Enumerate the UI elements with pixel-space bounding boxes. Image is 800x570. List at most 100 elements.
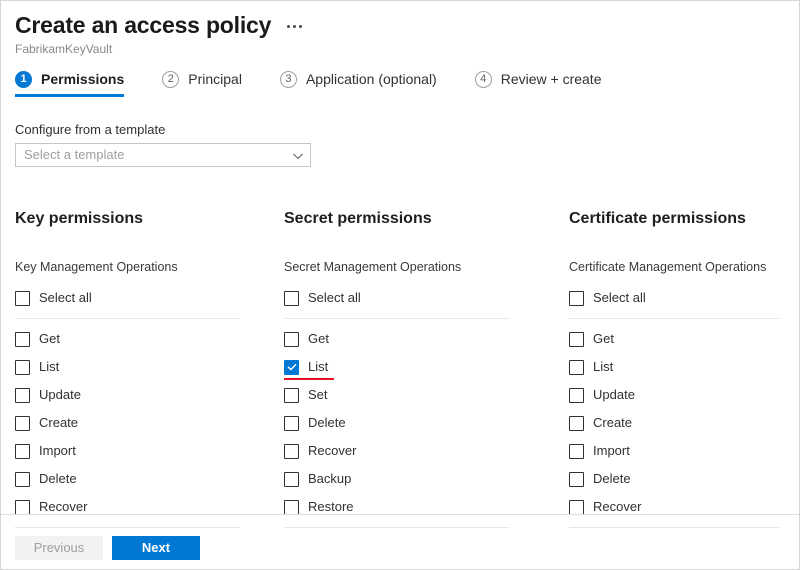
tab-active-indicator [15,94,124,97]
permission-checkbox-backup[interactable]: Backup [284,465,509,493]
checkbox-label: Backup [308,471,351,487]
tab-step-number: 4 [475,71,492,88]
tab-principal[interactable]: 2Principal [142,71,260,97]
checkbox-label: Delete [308,415,346,431]
page-title: Create an access policy [15,11,271,39]
checkbox-icon[interactable] [284,472,299,487]
operations-group-label: Secret Management Operations [284,260,509,275]
divider [569,527,779,528]
create-access-policy-page: Create an access policy FabrikamKeyVault… [0,0,800,570]
checkbox-icon[interactable] [569,360,584,375]
checkbox-label: Get [308,331,329,347]
checkbox-label: Select all [593,290,646,306]
ellipsis-dot [293,25,296,28]
checkbox-icon[interactable] [569,388,584,403]
permission-checkbox-delete[interactable]: Delete [569,465,779,493]
checkbox-label: Get [39,331,60,347]
permission-checkbox-get[interactable]: Get [15,325,240,353]
checkbox-icon[interactable] [15,472,30,487]
column-title: Key permissions [15,209,240,229]
checkbox-icon[interactable] [569,291,584,306]
previous-button[interactable]: Previous [15,536,103,560]
checkbox-icon[interactable] [569,444,584,459]
ellipsis-dot [287,25,290,28]
checkbox-icon[interactable] [15,360,30,375]
permission-checkbox-get[interactable]: Get [569,325,779,353]
select-all-checkbox[interactable]: Select all [569,284,779,312]
permission-checkbox-set[interactable]: Set [284,381,509,409]
checkbox-label: List [593,359,613,375]
permission-checkbox-create[interactable]: Create [569,409,779,437]
checkbox-label: Recover [308,443,356,459]
checkbox-icon[interactable] [569,416,584,431]
checkbox-label: Select all [308,290,361,306]
ellipsis-dot [299,25,302,28]
permission-checkbox-import[interactable]: Import [15,437,240,465]
permission-checkbox-delete[interactable]: Delete [284,409,509,437]
secret-permissions-column: Secret permissions Secret Management Oper… [284,209,509,534]
checkbox-checked-icon[interactable] [284,360,299,375]
operations-group-label: Certificate Management Operations [569,260,779,275]
divider [284,527,509,528]
tab-step-number: 1 [15,71,32,88]
divider [15,527,240,528]
permission-checkbox-update[interactable]: Update [15,381,240,409]
checkbox-label: Import [593,443,630,459]
checkbox-label: Recover [593,499,641,515]
tab-permissions[interactable]: 1 Permissions [15,71,142,97]
checkbox-label: Restore [308,499,354,515]
key-permissions-column: Key permissions Key Management Operations… [15,209,240,534]
checkbox-icon[interactable] [284,416,299,431]
permission-checkbox-list[interactable]: List [284,353,509,381]
checkbox-icon[interactable] [15,416,30,431]
permission-checkbox-get[interactable]: Get [284,325,509,353]
checkbox-icon[interactable] [15,444,30,459]
permission-checkbox-recover[interactable]: Recover [284,437,509,465]
checkbox-icon[interactable] [15,291,30,306]
permission-checkbox-create[interactable]: Create [15,409,240,437]
tab-label: Permissions [41,71,124,88]
permission-checkbox-recover[interactable]: Recover [15,493,240,521]
checkbox-icon[interactable] [284,500,299,515]
permission-checkbox-list[interactable]: List [15,353,240,381]
checkbox-label: Recover [39,499,87,515]
ellipsis-icon[interactable] [285,19,304,32]
checkbox-icon[interactable] [15,332,30,347]
column-title: Secret permissions [284,209,509,229]
checkbox-icon[interactable] [569,332,584,347]
checkbox-icon[interactable] [569,500,584,515]
checkbox-label: Delete [593,471,631,487]
permission-checkbox-restore[interactable]: Restore [284,493,509,521]
tab-review-create[interactable]: 4Review + create [455,71,620,97]
checkbox-icon[interactable] [284,291,299,306]
checkbox-icon[interactable] [284,444,299,459]
permission-checkbox-list[interactable]: List [569,353,779,381]
checkbox-label: Create [593,415,632,431]
permission-checkbox-delete[interactable]: Delete [15,465,240,493]
checkbox-icon[interactable] [284,332,299,347]
next-button[interactable]: Next [112,536,200,560]
tab-application-optional[interactable]: 3Application (optional) [260,71,455,97]
wizard-footer: Previous Next [15,536,200,560]
select-all-checkbox[interactable]: Select all [15,284,240,312]
checkbox-label: Import [39,443,76,459]
tab-label: Application (optional) [306,71,437,88]
wizard-tabs: 1 Permissions 2Principal3Application (opti… [15,71,620,97]
checkbox-label: List [39,359,59,375]
checkbox-icon[interactable] [284,388,299,403]
permission-checkbox-recover[interactable]: Recover [569,493,779,521]
checkbox-label: Update [39,387,81,403]
template-select[interactable]: Select a template [15,143,311,167]
select-all-checkbox[interactable]: Select all [284,284,509,312]
page-header: Create an access policy [15,11,304,39]
checkbox-icon[interactable] [15,500,30,515]
permission-checkbox-update[interactable]: Update [569,381,779,409]
checkbox-label: Get [593,331,614,347]
checkbox-icon[interactable] [15,388,30,403]
tab-step-number: 2 [162,71,179,88]
permission-checkbox-import[interactable]: Import [569,437,779,465]
footer-divider [1,514,799,515]
operations-group-label: Key Management Operations [15,260,240,275]
checkbox-label: Select all [39,290,92,306]
checkbox-icon[interactable] [569,472,584,487]
